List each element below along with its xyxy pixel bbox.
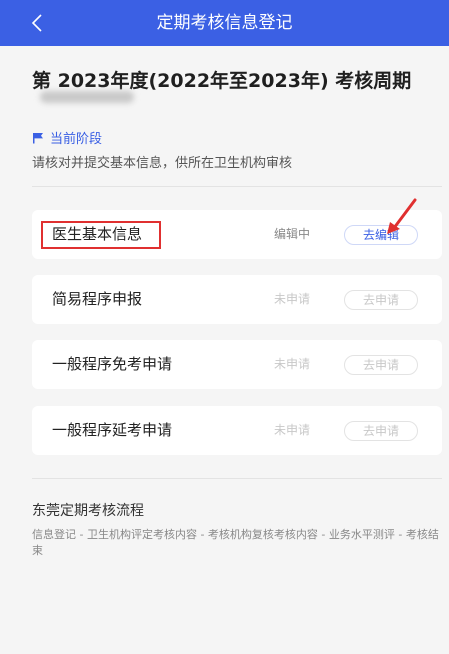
item-status: 未申请	[274, 292, 311, 306]
item-name: 一般程序延考申请	[52, 421, 173, 439]
item-status: 未申请	[274, 357, 311, 371]
divider	[32, 478, 442, 479]
apply-button[interactable]: 去申请	[344, 421, 418, 441]
divider	[32, 186, 442, 187]
highlight-box	[41, 221, 161, 249]
flow-title: 东莞定期考核流程	[32, 503, 144, 519]
list-item-postponement[interactable]: 一般程序延考申请 未申请 去申请	[32, 406, 442, 455]
apply-button[interactable]: 去申请	[344, 355, 418, 375]
period-title: 第 2023年度(2022年至2023年) 考核周期	[32, 70, 412, 92]
stage-description: 请核对并提交基本信息，供所在卫生机构审核	[32, 156, 293, 171]
apply-button[interactable]: 去申请	[344, 290, 418, 310]
current-stage: 当前阶段	[32, 128, 102, 147]
navbar: 定期考核信息登记	[0, 0, 449, 46]
stage-label: 当前阶段	[50, 132, 103, 147]
item-name: 简易程序申报	[52, 290, 143, 308]
item-status: 编辑中	[274, 227, 311, 241]
flow-description: 信息登记 - 卫生机构评定考核内容 - 考核机构复核考核内容 - 业务水平测评 …	[32, 528, 439, 557]
list-item-exemption[interactable]: 一般程序免考申请 未申请 去申请	[32, 340, 442, 389]
item-name: 一般程序免考申请	[52, 355, 173, 373]
pointer-arrow-icon	[387, 198, 417, 234]
flag-icon	[33, 132, 43, 143]
list-item-simple-procedure[interactable]: 简易程序申报 未申请 去申请	[32, 275, 442, 324]
page-title: 定期考核信息登记	[156, 13, 293, 33]
item-status: 未申请	[274, 423, 311, 437]
redacted-text	[40, 91, 134, 103]
